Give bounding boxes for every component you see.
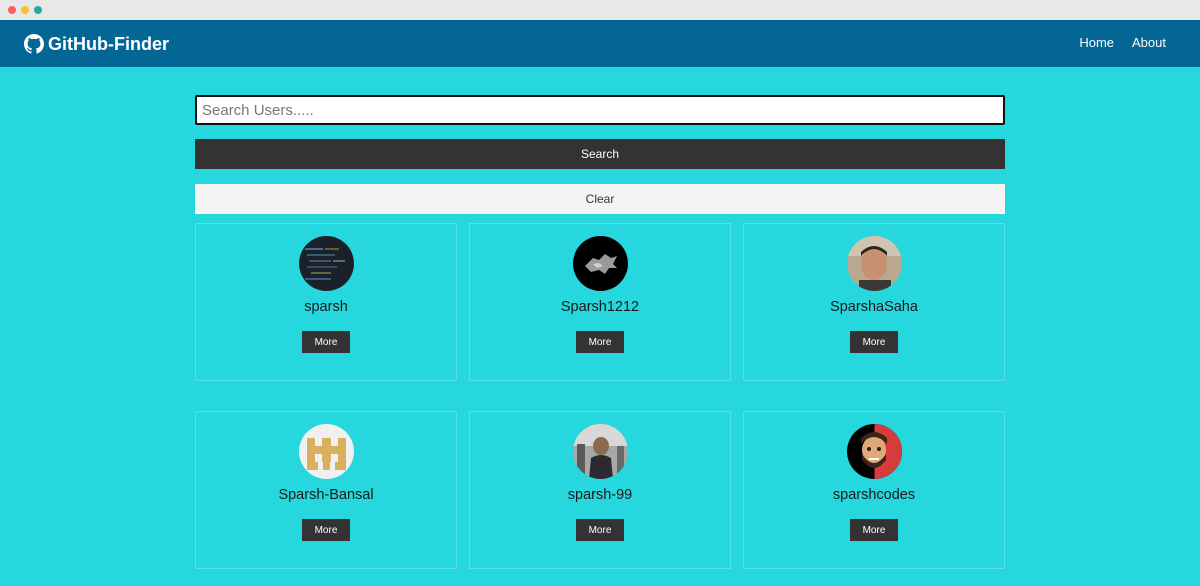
github-icon (24, 34, 44, 54)
nav-about-link[interactable]: About (1132, 35, 1166, 50)
username: sparshcodes (832, 487, 916, 503)
window-titlebar (0, 0, 1200, 20)
more-button[interactable]: More (850, 331, 898, 353)
close-window-button[interactable] (8, 6, 16, 14)
avatar (572, 424, 628, 479)
user-card: sparsh-99 More (469, 411, 731, 569)
username: Sparsh-Bansal (278, 487, 374, 503)
username: sparsh-99 (567, 487, 633, 503)
user-card: sparsh More (195, 223, 457, 381)
user-card: Sparsh1212 More (469, 223, 731, 381)
bitmoji-avatar-icon (846, 424, 902, 479)
search-button[interactable]: Search (195, 139, 1005, 169)
brand[interactable]: GitHub-Finder (24, 32, 169, 56)
more-button[interactable]: More (576, 519, 624, 541)
more-button[interactable]: More (302, 519, 350, 541)
dark-code-avatar-icon (298, 236, 354, 291)
brand-title: GitHub-Finder (48, 33, 169, 54)
avatar (846, 424, 902, 479)
wolf-sigil-avatar-icon (572, 236, 628, 291)
street-photo-avatar-icon (572, 424, 628, 479)
avatar (298, 236, 354, 291)
clear-button[interactable]: Clear (195, 184, 1005, 214)
more-button[interactable]: More (302, 331, 350, 353)
more-button[interactable]: More (850, 519, 898, 541)
nav-links: Home About (1079, 35, 1166, 50)
main-content: Search Clear sparsh More (0, 67, 1200, 586)
avatar (846, 236, 902, 291)
minimize-window-button[interactable] (21, 6, 29, 14)
username: sparsh (304, 299, 348, 315)
person-photo-avatar-icon (846, 236, 902, 291)
avatar (298, 424, 354, 479)
search-input[interactable] (195, 95, 1005, 125)
user-card: Sparsh-Bansal More (195, 411, 457, 569)
identicon-avatar-icon (298, 424, 354, 479)
more-button[interactable]: More (576, 331, 624, 353)
user-card: SparshaSaha More (743, 223, 1005, 381)
maximize-window-button[interactable] (34, 6, 42, 14)
user-card: sparshcodes More (743, 411, 1005, 569)
navbar: GitHub-Finder Home About (0, 20, 1200, 67)
nav-home-link[interactable]: Home (1079, 35, 1114, 50)
avatar (572, 236, 628, 291)
username: Sparsh1212 (560, 299, 640, 315)
username: SparshaSaha (830, 299, 918, 315)
